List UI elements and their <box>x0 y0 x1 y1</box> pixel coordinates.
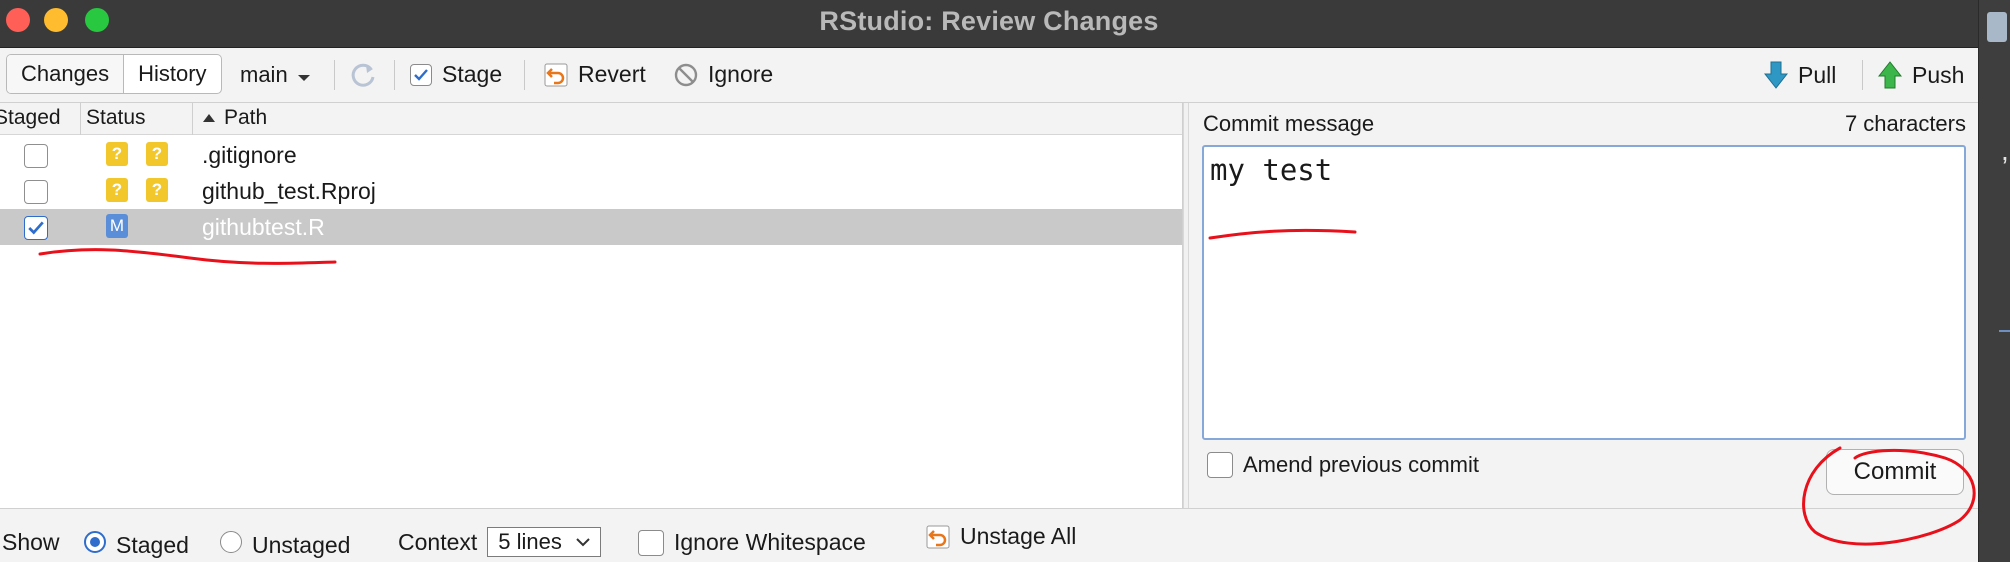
changed-files-table: Staged Status Path ? ? .gitignore ? ? gi… <box>0 103 1183 508</box>
branch-selector[interactable]: main <box>240 62 310 88</box>
ignore-button[interactable]: Ignore <box>674 61 773 88</box>
pull-button[interactable]: Pull <box>1764 61 1836 89</box>
stage-button[interactable]: Stage <box>410 61 502 88</box>
ignore-icon <box>674 63 698 86</box>
pull-label: Pull <box>1798 61 1837 88</box>
revert-label: Revert <box>578 61 646 87</box>
column-header-staged[interactable]: Staged <box>0 106 61 130</box>
toolbar-divider <box>1862 60 1863 90</box>
commit-pane: Commit message 7 characters my test Amen… <box>1189 103 1978 508</box>
toolbar: Changes History main Stage Revert Ignore <box>0 48 1978 103</box>
background-window-edge: , <box>1978 0 2010 562</box>
stage-label: Stage <box>442 61 503 87</box>
column-header-path[interactable]: Path <box>202 106 267 130</box>
staged-radio[interactable] <box>84 530 106 553</box>
title-bar: RStudio: Review Changes <box>0 0 1978 48</box>
refresh-icon[interactable] <box>348 60 378 90</box>
staged-checkbox[interactable] <box>24 216 48 240</box>
push-button[interactable]: Push <box>1878 61 1964 89</box>
stage-checkbox-icon <box>410 63 432 86</box>
staged-checkbox[interactable] <box>24 180 48 204</box>
context-control: Context 5 lines <box>398 527 601 557</box>
background-window-tab <box>1987 12 2007 42</box>
ignore-whitespace-checkbox[interactable] <box>638 529 664 556</box>
push-label: Push <box>1912 61 1965 88</box>
status-badge: ? <box>146 142 168 166</box>
diff-options-bar: Show Staged Unstaged Context 5 lines Ign… <box>0 508 1978 562</box>
unstaged-radio-label: Unstaged <box>252 532 351 558</box>
staged-radio-label: Staged <box>116 532 189 558</box>
commit-button[interactable]: Commit <box>1826 449 1964 495</box>
column-divider <box>192 103 193 135</box>
toolbar-divider <box>394 60 395 90</box>
status-badge: ? <box>106 178 128 202</box>
revert-button[interactable]: Revert <box>544 61 646 88</box>
file-path: .gitignore <box>202 142 297 168</box>
unstaged-radio[interactable] <box>220 530 242 553</box>
chevron-down-icon <box>297 75 310 81</box>
file-path: githubtest.R <box>202 214 325 240</box>
amend-checkbox[interactable] <box>1207 452 1233 478</box>
tab-history[interactable]: History <box>123 55 220 93</box>
chevron-down-icon <box>576 537 590 546</box>
column-header-path-label: Path <box>224 106 268 129</box>
status-badge: ? <box>146 178 168 202</box>
show-label: Show <box>2 529 60 556</box>
ignore-whitespace-label: Ignore Whitespace <box>674 529 866 555</box>
push-arrow-icon <box>1878 61 1902 89</box>
table-row[interactable]: ? ? github_test.Rproj <box>0 173 1182 209</box>
view-tabs: Changes History <box>6 54 222 94</box>
column-divider <box>80 103 81 135</box>
ignore-label: Ignore <box>708 61 774 87</box>
sort-ascending-icon <box>203 114 215 122</box>
window-title: RStudio: Review Changes <box>819 6 1159 36</box>
show-text: Show <box>2 529 60 555</box>
status-badge: M <box>106 214 128 238</box>
background-window-glyph: , <box>2001 135 2009 166</box>
column-header-status[interactable]: Status <box>86 106 146 130</box>
status-badge: ? <box>106 142 128 166</box>
toolbar-divider <box>334 60 335 90</box>
tab-changes[interactable]: Changes <box>7 55 124 93</box>
unstaged-radio-option[interactable]: Unstaged <box>220 524 350 559</box>
toolbar-divider <box>524 60 525 90</box>
pull-arrow-icon <box>1764 61 1788 89</box>
staged-radio-option[interactable]: Staged <box>84 524 189 559</box>
context-select[interactable]: 5 lines <box>487 527 601 557</box>
background-window-mark <box>1999 330 2010 332</box>
commit-message-input[interactable]: my test <box>1202 145 1966 440</box>
branch-name: main <box>240 62 288 87</box>
amend-option[interactable]: Amend previous commit <box>1207 452 1479 478</box>
table-row[interactable]: ? ? .gitignore <box>0 137 1182 173</box>
context-label: Context <box>398 528 478 555</box>
revert-icon <box>926 525 950 548</box>
file-path: github_test.Rproj <box>202 178 376 204</box>
context-select-value: 5 lines <box>498 529 562 554</box>
character-count: 7 characters <box>1844 111 1966 136</box>
commit-message-label: Commit message <box>1203 111 1375 136</box>
table-header: Staged Status Path <box>0 103 1182 135</box>
table-row[interactable]: M githubtest.R <box>0 209 1182 245</box>
revert-icon <box>544 63 568 86</box>
unstage-all-button[interactable]: Unstage All <box>926 523 1076 550</box>
ignore-whitespace-option[interactable]: Ignore Whitespace <box>638 529 866 556</box>
checkmark-icon <box>28 221 44 235</box>
amend-label: Amend previous commit <box>1243 452 1479 477</box>
staged-checkbox[interactable] <box>24 144 48 168</box>
unstage-all-label: Unstage All <box>960 523 1077 549</box>
